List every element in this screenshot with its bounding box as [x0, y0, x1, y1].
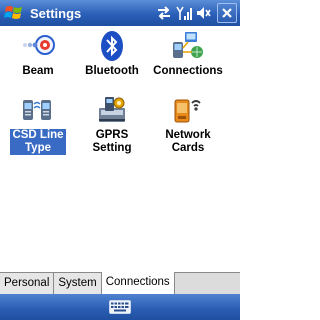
- item-label: GPRS Setting: [92, 129, 132, 154]
- tab-system[interactable]: System: [54, 273, 102, 294]
- gprs-setting-item[interactable]: GPRS Setting: [74, 92, 150, 156]
- tab-personal[interactable]: Personal: [0, 273, 55, 294]
- signal-strength-icon[interactable]: [175, 3, 193, 23]
- sync-arrows-icon[interactable]: [155, 3, 173, 23]
- connections-item[interactable]: Connections: [150, 28, 226, 92]
- keyboard-icon[interactable]: [109, 299, 131, 315]
- network-cards-item[interactable]: Network Cards: [150, 92, 226, 156]
- settings-screen: Settings Beam Bluetooth Connections CSD …: [0, 0, 240, 320]
- item-label: CSD Line Type: [10, 129, 66, 155]
- csd-line-type-icon: [20, 92, 56, 128]
- settings-tabs: Personal System Connections: [0, 272, 240, 294]
- bluetooth-icon: [94, 28, 130, 64]
- bluetooth-item[interactable]: Bluetooth: [74, 28, 150, 92]
- csd-line-type-item[interactable]: CSD Line Type: [0, 92, 76, 156]
- tab-connections[interactable]: Connections: [101, 272, 175, 294]
- close-icon: [222, 8, 232, 18]
- tab-strip-fill: [174, 273, 240, 294]
- menu-bar: [0, 294, 240, 320]
- window-title: Settings: [30, 5, 82, 21]
- windows-flag-icon[interactable]: [2, 1, 26, 25]
- volume-icon[interactable]: [195, 3, 213, 23]
- item-label: Network Cards: [165, 129, 211, 154]
- close-button[interactable]: [217, 3, 237, 23]
- gprs-setting-icon: [94, 92, 130, 128]
- title-bar: Settings: [0, 0, 240, 26]
- item-label: Beam: [22, 65, 54, 77]
- network-cards-icon: [170, 92, 206, 128]
- beam-item[interactable]: Beam: [0, 28, 76, 92]
- item-label: Bluetooth: [85, 65, 139, 77]
- item-label: Connections: [153, 65, 223, 77]
- settings-icon-grid: Beam Bluetooth Connections CSD Line Type…: [0, 26, 240, 270]
- beam-icon: [20, 28, 56, 64]
- connections-icon: [170, 28, 206, 64]
